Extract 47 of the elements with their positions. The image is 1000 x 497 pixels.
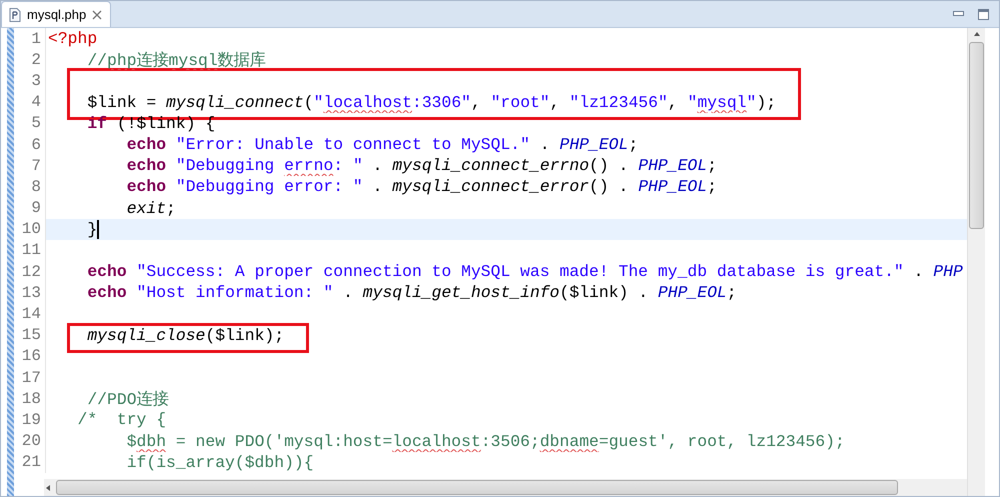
line-number: 4 <box>14 92 46 113</box>
code-line: //php连接mysql数据库 <box>86 50 266 70</box>
php-file-icon <box>9 8 21 22</box>
text-cursor <box>97 220 99 239</box>
code-line: echo "Debugging errno: " . mysqli_connect_errno() . PHP_EOL; <box>126 156 717 176</box>
code-line: if (!$link) { <box>86 114 216 133</box>
line-number: 16 <box>14 346 46 367</box>
line-number: 19 <box>14 409 46 431</box>
file-tab[interactable]: mysql.php <box>1 1 112 27</box>
code-line: $link = mysqli_connect("localhost:3306", "root", "lz123456", "mysql"); <box>86 92 776 112</box>
line-number: 1 <box>14 28 46 50</box>
line-number: 14 <box>14 303 46 325</box>
scroll-thumb[interactable] <box>969 42 984 229</box>
line-number: 17 <box>14 367 46 388</box>
maximize-icon[interactable] <box>978 8 989 20</box>
code-line: } <box>86 220 98 239</box>
code-line: if(is_array($dbh)){ <box>126 452 314 472</box>
line-number: 7 <box>14 155 46 176</box>
code-line: $dbh = new PDO('mysql:host=localhost:3506;dbname=guest', root, lz123456); <box>126 432 845 451</box>
scroll-thumb[interactable] <box>56 480 898 495</box>
code-line: exit; <box>126 198 176 218</box>
code-line: mysqli_close($link); <box>86 326 284 345</box>
code-line: echo "Debugging error: " . mysqli_connect_error() . PHP_EOL; <box>126 177 717 196</box>
line-number: 15 <box>14 324 46 346</box>
line-number: 6 <box>14 134 46 156</box>
line-number: 13 <box>14 282 46 304</box>
line-number: 18 <box>14 388 46 410</box>
horizontal-scrollbar[interactable] <box>44 479 967 496</box>
code-line: /* try { <box>76 410 166 430</box>
line-number: 8 <box>14 176 46 198</box>
line-number: 21 <box>14 452 46 473</box>
line-number: 3 <box>14 70 46 92</box>
left-arrow-icon[interactable] <box>44 484 52 492</box>
line-number: 12 <box>14 261 46 282</box>
minimize-icon[interactable] <box>953 11 964 17</box>
code-line: echo "Host information: " . mysqli_get_host_info($link) . PHP_EOL; <box>86 283 737 302</box>
code-line: <?php <box>48 29 98 48</box>
line-number: 2 <box>14 49 46 70</box>
code-line: //PDO连接 <box>86 388 169 410</box>
line-number: 9 <box>14 198 46 219</box>
code-line: echo "Success: A proper connection to MySQL was made! The my_db database is great." . PHP <box>86 262 963 282</box>
code-line: echo "Error: Unable to connect to MySQL." . PHP_EOL; <box>126 135 638 154</box>
line-number: 11 <box>14 240 46 262</box>
line-number: 20 <box>14 430 46 452</box>
close-icon[interactable] <box>92 10 102 20</box>
line-number: 5 <box>14 112 46 134</box>
vertical-scrollbar[interactable] <box>967 28 985 496</box>
